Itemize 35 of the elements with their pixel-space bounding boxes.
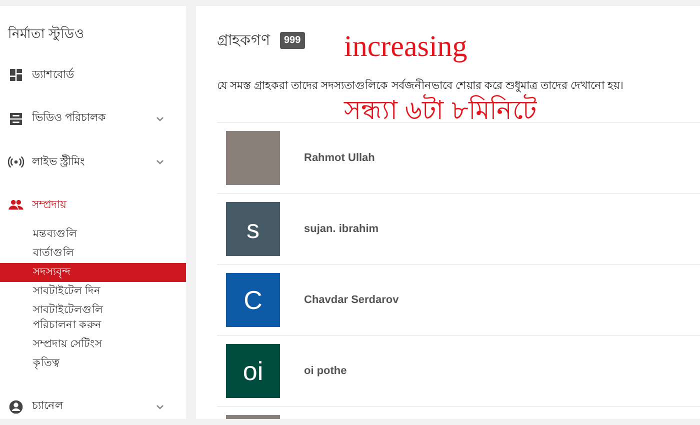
studio-title: নির্মাতা স্টুডিও: [6, 24, 86, 43]
sub-nav-item[interactable]: সাবটাইটেল দিন: [0, 282, 186, 301]
overlay-caption: increasing: [344, 30, 468, 64]
nav-item[interactable]: ভিডিও পরিচালক: [0, 106, 186, 131]
subscriber-name[interactable]: sujan. ibrahim: [304, 223, 379, 235]
broadcast-icon: [8, 154, 24, 170]
avatar-initial: C: [226, 273, 280, 327]
avatar-initial: oi: [226, 344, 280, 398]
account-circle-icon: [8, 398, 24, 415]
sub-nav-item[interactable]: বার্তাগুলি: [0, 244, 186, 263]
avatar-initial: s: [226, 202, 280, 256]
subscriber-name[interactable]: oi pothe: [304, 365, 347, 377]
nav-item[interactable]: চ্যানেল: [0, 394, 186, 420]
nav-label: লাইভ স্ট্রীমিং: [32, 154, 86, 170]
overlay-caption: সন্ধ্যা ৬টা ৮মিনিটে: [344, 93, 536, 127]
count-badge: 999: [280, 32, 305, 49]
nav-label: চ্যানেল: [32, 399, 64, 414]
subscriber-name[interactable]: Rahmot Ullah: [304, 152, 375, 164]
nav-label: সম্প্রদায়: [32, 198, 68, 213]
nav-item[interactable]: ড্যাশবোর্ড: [0, 63, 186, 88]
sub-nav-item[interactable]: মন্তব্যগুলি: [0, 224, 186, 244]
subscriber-name[interactable]: Chavdar Serdarov: [304, 294, 399, 306]
sub-nav-item[interactable]: সদস্যবৃন্দ: [0, 262, 186, 282]
description-text: যে সমস্ত গ্রাহকরা তাদের সদস্যতাগুলিকে সর্বজনীনভাবে শেয়ার করে শুধুমাত্র তাদের দেখানো হয়।: [217, 78, 625, 94]
nav-item[interactable]: সম্প্রদায়: [0, 193, 186, 218]
sub-nav-item[interactable]: কৃতিত্ব: [0, 354, 186, 373]
section-title: গ্রাহকগণ: [217, 31, 270, 51]
nav-label: ভিডিও পরিচালক: [32, 110, 108, 126]
nav-item[interactable]: লাইভ স্ট্রীমিং: [0, 150, 186, 174]
nav-label: ড্যাশবোর্ড: [32, 66, 76, 83]
sub-nav-item[interactable]: সাবটাইটেলগুলি পরিচালনা করুন: [0, 300, 186, 335]
sub-nav-item[interactable]: সম্প্রদায় সেটিংস: [0, 334, 186, 354]
dashboard-icon: [8, 67, 24, 84]
photo-placeholder: [226, 131, 280, 185]
video-manager-icon: [8, 110, 24, 127]
